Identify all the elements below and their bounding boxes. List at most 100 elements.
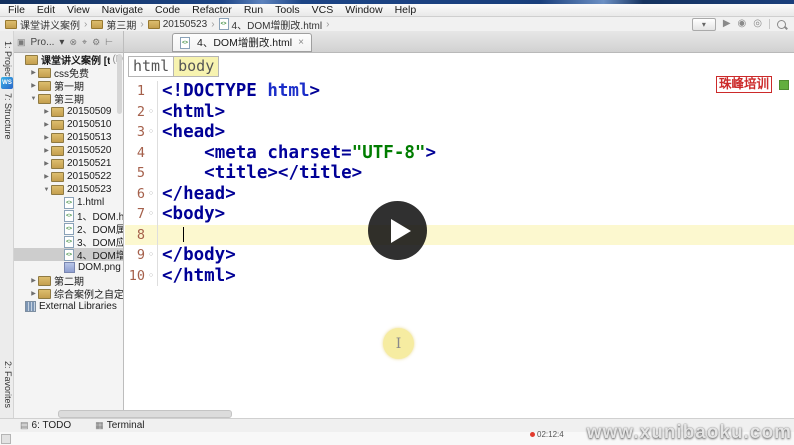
fold-marker-icon[interactable]: ○ xyxy=(145,184,158,205)
code-line-1[interactable]: 1<!DOCTYPE html> xyxy=(125,81,794,102)
chevron-down-icon[interactable]: ▾ xyxy=(59,37,64,48)
horizontal-scrollbar[interactable] xyxy=(58,410,232,418)
chevron-down-icon[interactable]: ▼ xyxy=(42,187,51,193)
menu-navigate[interactable]: Navigate xyxy=(96,4,149,16)
ide-window: FileEditViewNavigateCodeRefactorRunTools… xyxy=(0,0,794,445)
breadcrumb-chip-html[interactable]: html xyxy=(128,56,174,77)
breadcrumb-chip-body[interactable]: body xyxy=(173,56,219,77)
run-configuration-dropdown[interactable]: ▾ xyxy=(692,18,716,31)
line-number: 8 xyxy=(125,227,145,243)
fold-marker-icon[interactable]: ○ xyxy=(145,102,158,123)
tree-item[interactable]: ▶20150510 xyxy=(14,118,123,131)
menu-help[interactable]: Help xyxy=(389,4,423,16)
run-button[interactable]: ▶ xyxy=(723,18,731,30)
webstorm-logo: WS xyxy=(1,77,13,89)
chevron-right-icon[interactable]: ▶ xyxy=(42,160,51,167)
line-number: 10 xyxy=(125,268,145,284)
tab-dom-zengshangai-html[interactable]: 4、DOM增删改.html × xyxy=(172,33,312,52)
terminal-label: Terminal xyxy=(107,420,145,431)
fold-marker-icon[interactable]: ○ xyxy=(145,245,158,266)
code-line-3[interactable]: 3○<head> xyxy=(125,122,794,143)
coverage-button[interactable]: ◎ xyxy=(753,18,762,30)
chevron-right-icon[interactable]: ▶ xyxy=(29,290,38,297)
gear-icon[interactable]: ⚙ xyxy=(92,37,100,48)
locate-file-icon[interactable]: ⌖ xyxy=(82,37,87,48)
code-editor[interactable]: html body 珠峰培训 1<!DOCTYPE html>2○<html>3… xyxy=(125,53,794,418)
terminal-icon: ▦ xyxy=(95,420,104,431)
menu-code[interactable]: Code xyxy=(149,4,186,16)
menu-file[interactable]: File xyxy=(2,4,31,16)
code-area: 1<!DOCTYPE html>2○<html>3○<head>4 <meta … xyxy=(125,81,794,286)
code-line-4[interactable]: 4 <meta charset="UTF-8"> xyxy=(125,143,794,164)
html-file-icon xyxy=(180,37,190,49)
toolbar-separator xyxy=(769,19,770,29)
tree-item[interactable]: ▶综合案例之自定义表格 xyxy=(14,287,123,300)
chevron-right-icon[interactable]: ▶ xyxy=(42,147,51,154)
inspection-status-icon[interactable] xyxy=(779,80,789,90)
fold-marker-icon[interactable]: ○ xyxy=(145,204,158,225)
tree-item[interactable]: ▶20150513 xyxy=(14,131,123,144)
close-icon[interactable]: × xyxy=(298,37,304,48)
tree-item[interactable]: 4、DOM增删改. xyxy=(14,248,123,261)
menu-edit[interactable]: Edit xyxy=(31,4,61,16)
library-icon xyxy=(25,301,36,312)
hide-panel-icon[interactable]: ⊢ xyxy=(105,37,113,48)
code-line-10[interactable]: 10○</html> xyxy=(125,266,794,287)
menu-view[interactable]: View xyxy=(61,4,96,16)
chevron-right-icon[interactable]: ▶ xyxy=(29,69,38,76)
folder-icon xyxy=(51,159,64,169)
code-line-5[interactable]: 5 <title></title> xyxy=(125,163,794,184)
menu-vcs[interactable]: VCS xyxy=(306,4,340,16)
code-line-8[interactable]: 8 xyxy=(125,225,794,246)
toolwindow-structure[interactable]: 7: Structure xyxy=(3,93,13,140)
project-vertical-scrollbar[interactable] xyxy=(117,54,122,114)
search-icon[interactable] xyxy=(777,20,786,29)
collapse-all-icon[interactable]: ⊗ xyxy=(69,37,77,48)
tree-item[interactable]: ▶20150520 xyxy=(14,144,123,157)
project-panel-header: ▣ Pro... ▾ ⊗ ⌖ ⚙ ⊢ xyxy=(14,31,124,53)
video-play-button[interactable] xyxy=(368,201,427,260)
code-text xyxy=(158,225,184,245)
code-line-2[interactable]: 2○<html> xyxy=(125,102,794,123)
code-line-6[interactable]: 6○</head> xyxy=(125,184,794,205)
html-icon xyxy=(64,223,74,235)
chevron-down-icon[interactable]: ▼ xyxy=(29,96,38,102)
code-line-7[interactable]: 7○<body> xyxy=(125,204,794,225)
folder-icon xyxy=(38,94,51,104)
project-folder-icon xyxy=(25,55,38,65)
breadcrumb-item[interactable]: 课堂讲义案例 xyxy=(5,17,80,32)
chevron-right-icon[interactable]: ▶ xyxy=(42,134,51,141)
toolwindow-project[interactable]: 1: Project xyxy=(3,41,13,79)
menu-tools[interactable]: Tools xyxy=(269,4,306,16)
breadcrumb-item[interactable]: 第三期 xyxy=(91,17,136,32)
toolwindow-todo[interactable]: ▤ 6: TODO xyxy=(20,420,71,431)
project-panel-title[interactable]: Pro... xyxy=(31,37,55,48)
debug-button[interactable]: ◉ xyxy=(738,18,747,30)
menu-run[interactable]: Run xyxy=(238,4,269,16)
breadcrumb-item[interactable]: 20150523 xyxy=(148,19,208,30)
fold-marker-icon[interactable]: ○ xyxy=(145,122,158,143)
tree-item[interactable]: ▶20150522 xyxy=(14,170,123,183)
tree-item[interactable]: ▼20150523 xyxy=(14,183,123,196)
code-line-9[interactable]: 9○</body> xyxy=(125,245,794,266)
chevron-right-icon[interactable]: ▶ xyxy=(29,277,38,284)
tree-item[interactable]: ▼第三期 xyxy=(14,92,123,105)
toolwindow-switcher-icon[interactable] xyxy=(1,434,11,444)
menu-refactor[interactable]: Refactor xyxy=(186,4,238,16)
toolwindow-favorites[interactable]: 2: Favorites xyxy=(3,361,13,408)
tree-item[interactable]: ▶20150521 xyxy=(14,157,123,170)
breadcrumb: 课堂讲义案例›第三期›20150523›4、DOM增删改.html› xyxy=(0,17,794,31)
chevron-right-icon[interactable]: ▶ xyxy=(42,173,51,180)
menu-window[interactable]: Window xyxy=(339,4,388,16)
fold-marker-icon[interactable]: ○ xyxy=(145,266,158,287)
watermark: www.xunibaoku.com xyxy=(587,422,792,444)
chevron-right-icon[interactable]: ▶ xyxy=(42,121,51,128)
breadcrumb-separator: › xyxy=(326,19,329,30)
tree-item[interactable]: ▶20150509 xyxy=(14,105,123,118)
fold-gutter xyxy=(145,163,158,184)
chevron-right-icon[interactable]: ▶ xyxy=(29,82,38,89)
chevron-right-icon[interactable]: ▶ xyxy=(42,108,51,115)
breadcrumb-item[interactable]: 4、DOM增删改.html xyxy=(219,17,323,32)
tree-item[interactable]: External Libraries xyxy=(14,300,123,313)
toolwindow-terminal[interactable]: ▦ Terminal xyxy=(95,420,144,431)
